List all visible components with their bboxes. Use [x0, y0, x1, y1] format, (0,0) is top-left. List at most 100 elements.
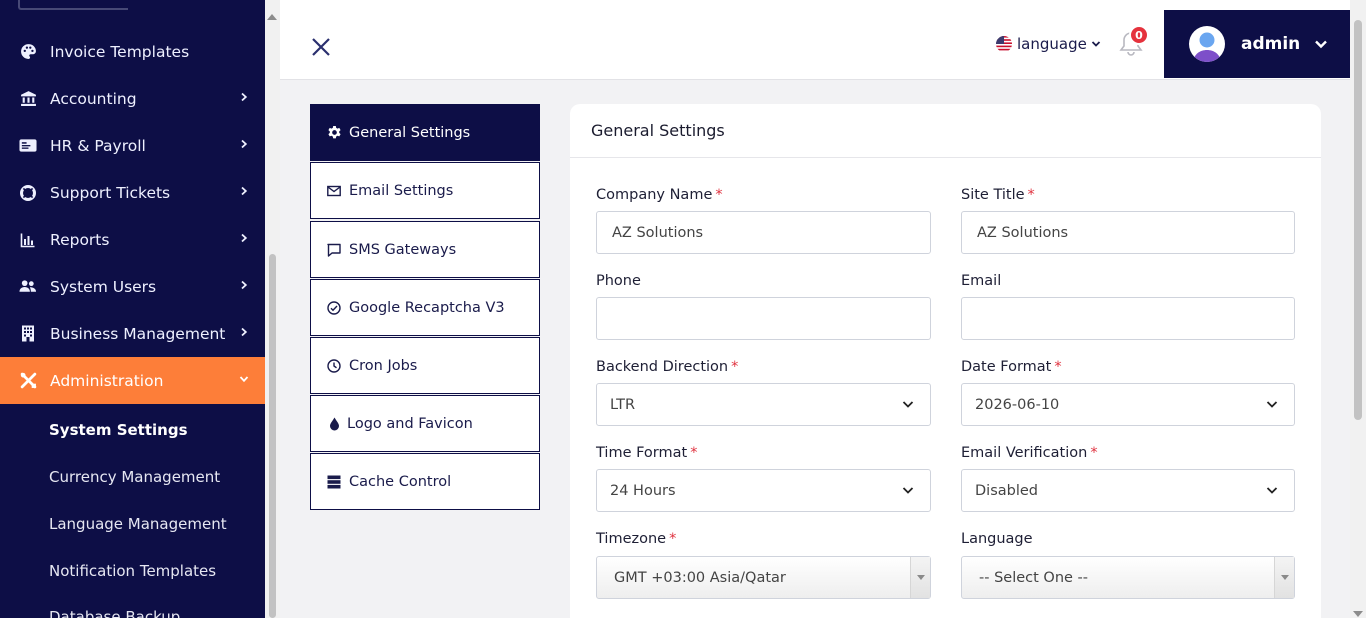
sidebar-item-hr-payroll[interactable]: HR & Payroll	[0, 122, 265, 169]
site-title-input[interactable]: AZ Solutions	[961, 211, 1295, 254]
sidebar-subitem-database-backup[interactable]: Database Backup	[49, 608, 180, 618]
backend-direction-select[interactable]: LTR	[596, 383, 931, 426]
palette-icon	[19, 43, 37, 61]
input-value: AZ Solutions	[977, 224, 1069, 241]
settings-tab-label: Google Recaptcha V3	[349, 299, 505, 316]
sidebar-item-label: System Users	[50, 277, 157, 296]
select-value: 2026-06-10	[975, 396, 1060, 413]
tools-icon	[19, 372, 37, 390]
id-card-icon	[19, 137, 37, 155]
label-text: Backend Direction	[596, 359, 729, 375]
select-value: GMT +03:00 Asia/Qatar	[614, 569, 786, 586]
sidebar-item-reports[interactable]: Reports	[0, 216, 265, 263]
required-mark: *	[1054, 359, 1062, 375]
timezone-select[interactable]: GMT +03:00 Asia/Qatar	[596, 556, 931, 599]
settings-tab-label: Logo and Favicon	[347, 415, 473, 432]
site-title-label: Site Title *	[961, 187, 1035, 203]
settings-tab-cache[interactable]: Cache Control	[310, 453, 540, 510]
required-mark: *	[669, 531, 677, 547]
sidebar-scrollbar-thumb[interactable]	[269, 254, 276, 618]
sidebar-item-label: Administration	[50, 371, 164, 390]
chevron-down-icon	[1091, 41, 1100, 47]
settings-tab-label: Cron Jobs	[349, 357, 418, 374]
clock-icon	[326, 358, 342, 374]
required-mark: *	[690, 445, 698, 461]
required-mark: *	[1027, 187, 1035, 203]
required-mark: *	[731, 359, 739, 375]
sidebar-item-support-tickets[interactable]: Support Tickets	[0, 169, 265, 216]
lifebuoy-icon	[19, 184, 37, 202]
label-text: Timezone	[596, 531, 667, 547]
language-switcher[interactable]: language	[996, 34, 1101, 54]
chevron-down-icon	[239, 376, 249, 383]
phone-label: Phone	[596, 273, 641, 289]
select-value: Disabled	[975, 482, 1038, 499]
settings-tab-recaptcha[interactable]: Google Recaptcha V3	[310, 279, 540, 336]
settings-tab-email[interactable]: Email Settings	[310, 162, 540, 219]
envelope-icon	[326, 183, 342, 199]
sidebar-subitem-language-management[interactable]: Language Management	[49, 515, 227, 533]
card-title: General Settings	[591, 121, 725, 140]
language-label: Language	[961, 531, 1033, 547]
sidebar-item-label: HR & Payroll	[50, 136, 146, 155]
language-select[interactable]: -- Select One --	[961, 556, 1295, 599]
chevron-down-icon	[902, 401, 914, 408]
dropdown-arrow-icon	[910, 557, 930, 598]
sidebar-item-invoice-templates[interactable]: Invoice Templates	[0, 28, 265, 75]
email-verification-select[interactable]: Disabled	[961, 469, 1295, 512]
user-name: admin	[1241, 34, 1301, 54]
chevron-right-icon	[241, 327, 248, 337]
sidebar-item-accounting[interactable]: Accounting	[0, 75, 265, 122]
sidebar-item-business-management[interactable]: Business Management	[0, 310, 265, 357]
building-icon	[19, 325, 37, 343]
us-flag-icon	[996, 36, 1012, 52]
settings-tab-sms[interactable]: SMS Gateways	[310, 221, 540, 278]
timezone-label: Timezone *	[596, 531, 676, 547]
settings-tab-label: Email Settings	[349, 182, 454, 199]
label-text: Site Title	[961, 187, 1025, 203]
settings-tab-label: General Settings	[349, 124, 471, 141]
bar-chart-icon	[19, 231, 37, 249]
gear-icon	[326, 125, 342, 141]
sidebar-item-label: Invoice Templates	[50, 42, 190, 61]
scroll-down-arrow[interactable]	[1353, 611, 1363, 617]
sidebar-item-administration[interactable]: Administration	[0, 357, 265, 404]
chevron-right-icon	[241, 280, 248, 290]
scroll-up-arrow[interactable]	[267, 14, 277, 20]
date-format-select[interactable]: 2026-06-10	[961, 383, 1295, 426]
chevron-right-icon	[241, 186, 248, 196]
page-scrollbar-thumb[interactable]	[1354, 20, 1362, 420]
settings-tab-label: SMS Gateways	[349, 241, 457, 258]
time-format-select[interactable]: 24 Hours	[596, 469, 931, 512]
sidebar-item-system-users[interactable]: System Users	[0, 263, 265, 310]
email-input[interactable]	[961, 297, 1295, 340]
settings-tab-logo-favicon[interactable]: Logo and Favicon	[310, 395, 540, 452]
backend-direction-label: Backend Direction *	[596, 359, 738, 375]
sidebar: Invoice Templates Accounting HR & Payrol…	[0, 0, 265, 618]
phone-input[interactable]	[596, 297, 931, 340]
dropdown-arrow-icon	[1274, 557, 1294, 598]
date-format-label: Date Format *	[961, 359, 1062, 375]
chevron-right-icon	[241, 233, 248, 243]
sidebar-item-label: Accounting	[50, 89, 137, 108]
company-name-input[interactable]: AZ Solutions	[596, 211, 931, 254]
chevron-right-icon	[241, 139, 248, 149]
company-name-label: Company Name *	[596, 187, 723, 203]
avatar	[1189, 26, 1225, 62]
required-mark: *	[715, 187, 723, 203]
close-icon[interactable]	[310, 36, 332, 58]
server-icon	[326, 474, 342, 490]
sidebar-subitem-system-settings[interactable]: System Settings	[49, 421, 188, 439]
email-label: Email	[961, 273, 1002, 289]
settings-tab-cron[interactable]: Cron Jobs	[310, 337, 540, 394]
user-menu[interactable]: admin	[1164, 10, 1350, 78]
label-text: Time Format	[596, 445, 688, 461]
chevron-down-icon	[1315, 40, 1328, 49]
settings-tab-general[interactable]: General Settings	[310, 104, 540, 161]
sidebar-subitem-notification-templates[interactable]: Notification Templates	[49, 562, 216, 580]
label-text: Email Verification	[961, 445, 1088, 461]
notification-badge: 0	[1129, 25, 1149, 45]
sidebar-partial-item	[18, 0, 128, 10]
sidebar-subitem-currency-management[interactable]: Currency Management	[49, 468, 220, 486]
general-settings-card: General Settings Company Name * AZ Soluti…	[570, 104, 1321, 618]
